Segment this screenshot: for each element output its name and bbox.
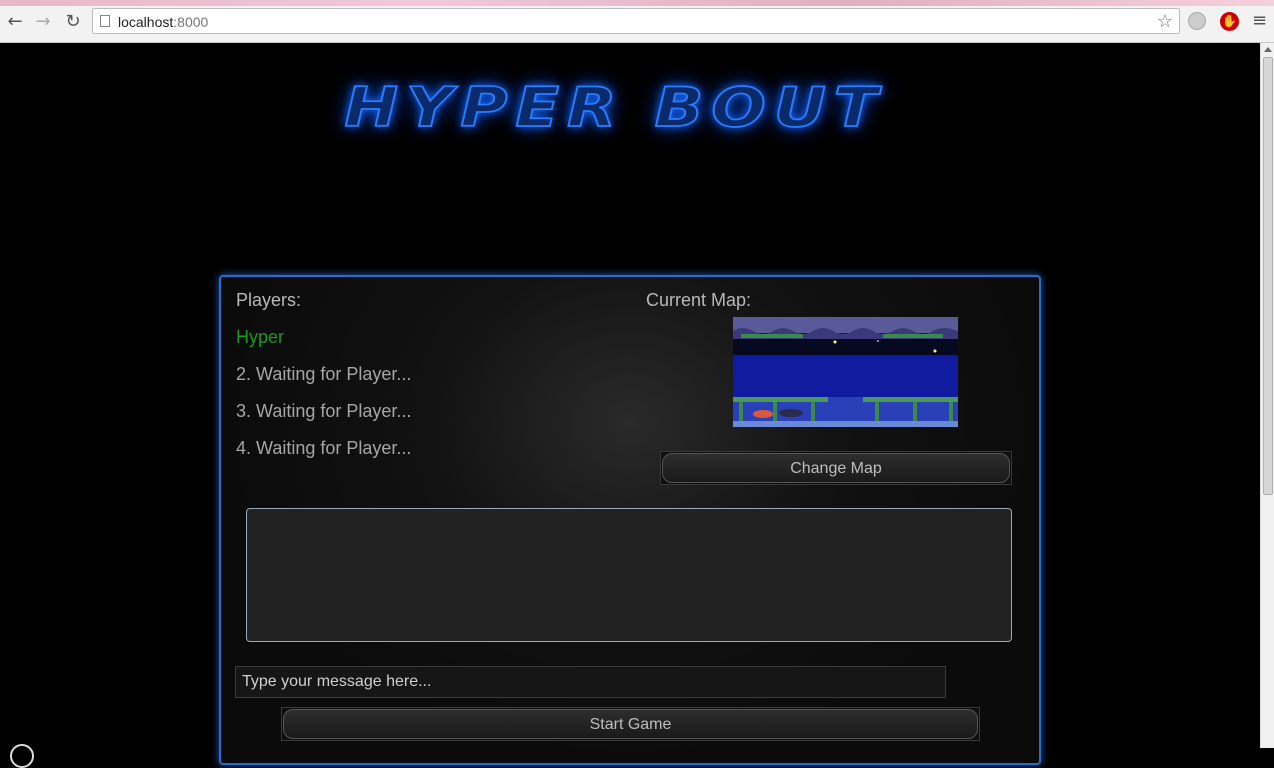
reload-icon[interactable]: ↻ [62, 11, 84, 33]
change-map-button-frame: Change Map [660, 451, 1012, 485]
browser-toolbar: ← → ↻ localhost:8000 ☆ ✋ ≡ [0, 0, 1274, 43]
page-scrollbar[interactable] [1260, 43, 1274, 748]
player-slot-1: Hyper [236, 327, 285, 347]
chat-log[interactable] [246, 508, 1012, 642]
address-bar[interactable]: localhost:8000 ☆ [92, 8, 1180, 34]
url-text[interactable]: localhost:8000 [118, 14, 208, 30]
player-slot-4: 4. Waiting for Player... [236, 438, 412, 458]
forward-arrow-icon[interactable]: → [32, 11, 54, 33]
tab-strip [0, 0, 1274, 6]
player-slot-3: 3. Waiting for Player... [236, 401, 412, 421]
player-slot-2: 2. Waiting for Player... [236, 364, 412, 384]
url-port: :8000 [173, 14, 209, 30]
adblock-icon[interactable]: ✋ [1220, 12, 1239, 31]
scroll-up-arrow-icon[interactable] [1264, 47, 1272, 52]
start-game-button[interactable]: Start Game [283, 709, 978, 739]
change-map-button[interactable]: Change Map [662, 453, 1010, 483]
start-game-button-frame: Start Game [281, 707, 980, 741]
lobby-panel: Players: Hyper 2. Waiting for Player... … [219, 275, 1041, 765]
game-title-logo: HYPER BOUT [344, 76, 886, 140]
url-host: localhost [118, 14, 174, 30]
back-arrow-icon[interactable]: ← [4, 11, 26, 33]
page-icon [100, 15, 110, 27]
menu-icon[interactable]: ≡ [1252, 10, 1267, 31]
extension-icon[interactable] [1188, 12, 1206, 30]
message-input[interactable] [235, 666, 946, 698]
players-label: Players: [236, 290, 302, 310]
bookmark-star-icon[interactable]: ☆ [1157, 11, 1173, 32]
map-preview-image [733, 317, 958, 427]
current-map-label: Current Map: [646, 290, 752, 310]
scrollbar-thumb[interactable] [1263, 57, 1273, 495]
